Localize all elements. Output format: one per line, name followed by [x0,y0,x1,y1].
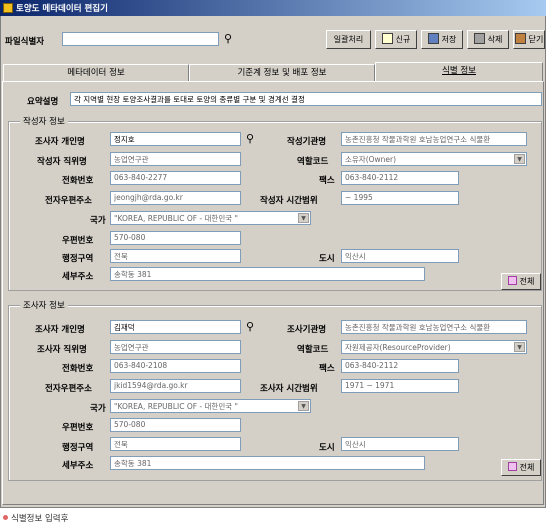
surveyor-phone-label: 전화번호 [62,364,94,374]
author-zip-label: 우편번호 [62,236,94,246]
surveyor-city-label: 도시 [319,443,335,453]
author-fax-label: 팩스 [319,176,335,186]
surveyor-country-value: "KOREA, REPUBLIC OF - 대한민국 " [114,402,238,411]
surveyor-country-select[interactable]: "KOREA, REPUBLIC OF - 대한민국 " ▼ [110,399,311,413]
author-district-input[interactable]: 전북 [110,249,241,263]
author-role-value: 소유자(Owner) [345,155,397,164]
author-email-label: 전자우편주소 [45,196,92,206]
calendar-icon [507,462,517,471]
surveyor-position-label: 조사자 직위명 [37,345,87,355]
surveyor-role-label: 역할코드 [297,345,329,355]
author-group [8,121,542,291]
save-label: 저장 [441,35,457,44]
author-phone-label: 전화번호 [62,176,94,186]
floppy-icon [427,33,439,44]
close-button[interactable]: 닫기 [513,30,545,49]
tab-identification[interactable]: 식별 정보 [375,62,543,82]
delete-label: 삭제 [487,35,503,44]
author-section-title: 작성자 정보 [20,115,68,127]
author-position-label: 작성자 직위명 [37,157,87,167]
author-fax-input[interactable]: 063-840-2112 [341,171,459,185]
author-name-input[interactable]: 정지호 [110,132,241,146]
author-role-label: 역할코드 [297,157,329,167]
surveyor-role-select[interactable]: 자원제공자(ResourceProvider) ▼ [341,340,527,354]
author-country-select[interactable]: "KOREA, REPUBLIC OF - 대한민국 " ▼ [110,211,311,225]
surveyor-city-input[interactable]: 익산시 [341,437,459,451]
surveyor-district-label: 행정구역 [62,443,94,453]
calendar-icon [507,276,517,285]
author-city-input[interactable]: 익산시 [341,249,459,263]
window-title: 토양도 메타데이터 편집기 [16,4,108,14]
trash-icon [473,33,485,44]
save-button[interactable]: 저장 [421,30,463,49]
surveyor-address-input[interactable]: 송학동 381 [110,456,425,470]
surveyor-email-input[interactable]: jkid1594@rda.go.kr [110,379,241,393]
surveyor-phone-input[interactable]: 063-840-2108 [110,359,241,373]
surveyor-role-value: 자원제공자(ResourceProvider) [345,343,451,352]
file-id-label: 파일식별자 [5,37,45,47]
new-label: 신규 [395,35,411,44]
caption-text: 식별정보 입력후 [11,514,69,524]
surveyor-period-input[interactable]: 1971 ~ 1971 [341,379,459,393]
author-email-input[interactable]: jeongjh@rda.go.kr [110,191,241,205]
author-org-label: 작성기관명 [287,137,327,147]
surveyor-section-title: 조사자 정보 [20,299,68,311]
exit-icon [514,33,526,44]
surveyor-all-button[interactable]: 전체 [501,459,541,476]
chevron-down-icon[interactable]: ▼ [298,401,309,411]
file-id-input[interactable] [62,32,219,46]
surveyor-address-label: 세부주소 [62,461,94,471]
summary-input[interactable]: 각 지역별 현장 토양조사결과를 토대로 토양의 종류별 구분 및 경계선 결정 [70,92,542,106]
summary-label: 요약설명 [27,97,59,107]
author-period-input[interactable]: ~ 1995 [341,191,459,205]
new-button[interactable]: 신규 [375,30,417,49]
author-search-icon[interactable]: ⚲ [243,133,257,145]
batch-button[interactable]: 일괄처리 [326,30,371,49]
surveyor-fax-input[interactable]: 063-840-2112 [341,359,459,373]
tab-metadata[interactable]: 메타데이터 정보 [3,64,189,82]
tab-reference-distribution[interactable]: 기준계 정보 및 배포 정보 [189,64,375,82]
author-country-label: 국가 [90,216,106,226]
new-doc-icon [381,33,393,44]
title-bar: 토양도 메타데이터 편집기 [0,0,546,16]
author-country-value: "KOREA, REPUBLIC OF - 대한민국 " [114,214,238,223]
surveyor-country-label: 국가 [90,404,106,414]
chevron-down-icon[interactable]: ▼ [514,342,525,352]
author-position-input[interactable]: 농업연구관 [110,152,241,166]
author-org-input[interactable]: 농촌진흥청 작물과학원 호남농업연구소 식물환 [341,132,527,146]
surveyor-fax-label: 팩스 [319,364,335,374]
author-address-input[interactable]: 송학동 381 [110,267,425,281]
author-all-button[interactable]: 전체 [501,273,541,290]
author-all-label: 전체 [519,277,535,286]
surveyor-name-label: 조사자 개인명 [35,325,85,335]
surveyor-district-input[interactable]: 전북 [110,437,241,451]
surveyor-search-icon[interactable]: ⚲ [243,321,257,333]
author-address-label: 세부주소 [62,272,94,282]
surveyor-period-label: 조사자 시간범위 [260,384,318,394]
binoculars-icon[interactable]: ⚲ [221,33,235,45]
surveyor-position-input[interactable]: 농업연구관 [110,340,241,354]
app-icon [3,3,13,13]
author-role-select[interactable]: 소유자(Owner) ▼ [341,152,527,166]
author-period-label: 작성자 시간범위 [260,196,318,206]
figure-caption: 식별정보 입력후 [3,512,68,524]
surveyor-all-label: 전체 [519,463,535,472]
chevron-down-icon[interactable]: ▼ [514,154,525,164]
surveyor-zip-input[interactable]: 570-080 [110,418,241,432]
bullet-icon [3,515,8,520]
author-city-label: 도시 [319,254,335,264]
author-zip-input[interactable]: 570-080 [110,231,241,245]
author-district-label: 행정구역 [62,254,94,264]
surveyor-email-label: 전자우편주소 [45,384,92,394]
surveyor-name-input[interactable]: 김재덕 [110,320,241,334]
chevron-down-icon[interactable]: ▼ [298,213,309,223]
author-name-label: 조사자 개인명 [35,137,85,147]
close-label: 닫기 [528,35,544,44]
delete-button[interactable]: 삭제 [467,30,509,49]
surveyor-org-input[interactable]: 농촌진흥청 작물과학원 호남농업연구소 식물환 [341,320,527,334]
author-phone-input[interactable]: 063-840-2277 [110,171,241,185]
surveyor-org-label: 조사기관명 [287,325,327,335]
surveyor-zip-label: 우편번호 [62,423,94,433]
